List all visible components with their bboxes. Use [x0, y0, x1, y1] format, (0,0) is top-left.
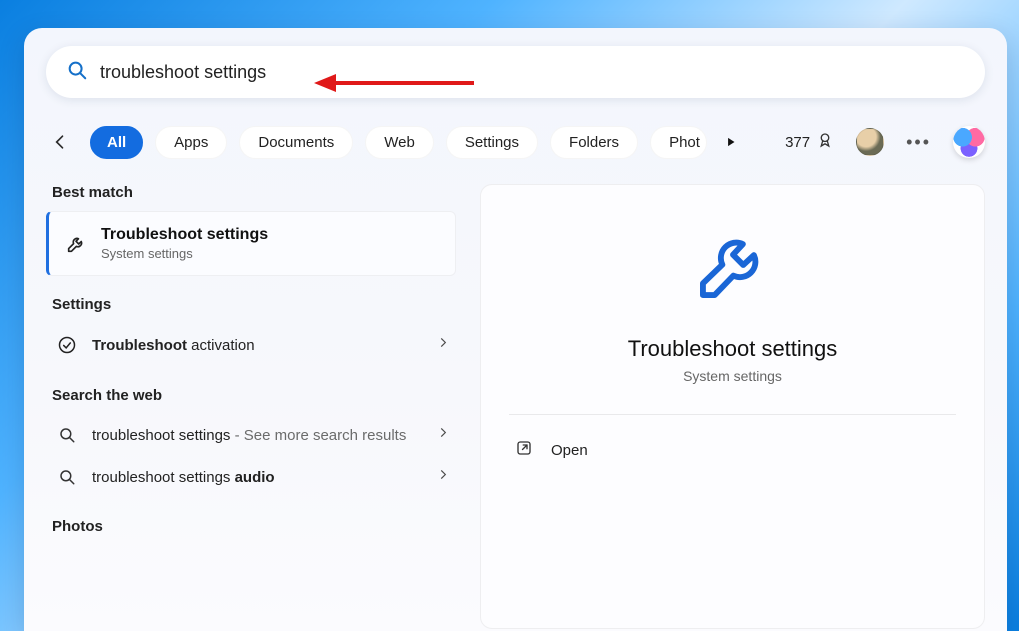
wrench-icon [689, 221, 777, 314]
header-right-cluster: 377 ••• [785, 122, 985, 162]
filter-pills: All Apps Documents Web Settings Folders … [90, 126, 707, 159]
open-external-icon [515, 439, 533, 461]
filter-documents[interactable]: Documents [239, 126, 353, 159]
chevron-right-icon [436, 336, 450, 355]
settings-item-troubleshoot-activation[interactable]: Troubleshoot activation [46, 323, 456, 367]
more-menu-icon[interactable]: ••• [906, 132, 931, 153]
settings-group: Settings Troubleshoot activation [46, 296, 456, 367]
settings-item-label: Troubleshoot activation [92, 337, 448, 354]
filter-apps[interactable]: Apps [155, 126, 227, 159]
chevron-right-icon [436, 426, 450, 445]
back-button[interactable] [46, 128, 74, 156]
copilot-icon[interactable] [953, 126, 985, 158]
filter-row: All Apps Documents Web Settings Folders … [46, 122, 985, 162]
search-bar[interactable] [46, 46, 985, 98]
search-icon [66, 59, 88, 86]
settings-heading: Settings [52, 296, 456, 313]
web-item-troubleshoot-settings[interactable]: troubleshoot settings - See more search … [46, 414, 456, 456]
best-match-subtitle: System settings [101, 246, 268, 261]
check-circle-icon [56, 335, 78, 355]
result-preview-card: Troubleshoot settings System settings Op… [480, 184, 985, 629]
web-item-troubleshoot-settings-audio[interactable]: troubleshoot settings audio [46, 456, 456, 498]
filter-all[interactable]: All [90, 126, 143, 159]
preview-subtitle: System settings [683, 368, 782, 384]
open-button[interactable]: Open [509, 431, 956, 469]
best-match-title: Troubleshoot settings [101, 226, 268, 244]
rewards-points-value: 377 [785, 134, 810, 151]
best-match-item[interactable]: Troubleshoot settings System settings [46, 211, 456, 276]
search-icon [56, 426, 78, 444]
search-icon [56, 468, 78, 486]
more-filters-icon[interactable] [719, 130, 743, 154]
chevron-right-icon [436, 468, 450, 487]
photos-group: Photos [46, 518, 456, 535]
preview-title: Troubleshoot settings [628, 336, 838, 362]
open-label: Open [551, 442, 588, 459]
filter-photos[interactable]: Phot [650, 126, 707, 159]
web-item-label: troubleshoot settings - See more search … [92, 427, 448, 444]
search-web-group: Search the web troubleshoot settings - S… [46, 387, 456, 498]
search-input[interactable] [100, 62, 965, 83]
photos-heading: Photos [52, 518, 456, 535]
avatar[interactable] [856, 128, 884, 156]
filter-web[interactable]: Web [365, 126, 434, 159]
filter-settings[interactable]: Settings [446, 126, 538, 159]
search-panel: All Apps Documents Web Settings Folders … [24, 28, 1007, 631]
divider [509, 414, 956, 415]
rewards-points[interactable]: 377 [785, 131, 834, 153]
best-match-group: Best match Troubleshoot settings System … [46, 184, 456, 276]
wrench-icon [65, 232, 87, 256]
results-left-column: Best match Troubleshoot settings System … [46, 184, 456, 629]
best-match-heading: Best match [52, 184, 456, 201]
search-web-heading: Search the web [52, 387, 456, 404]
medal-icon [816, 131, 834, 153]
filter-folders[interactable]: Folders [550, 126, 638, 159]
web-item-label: troubleshoot settings audio [92, 469, 448, 486]
